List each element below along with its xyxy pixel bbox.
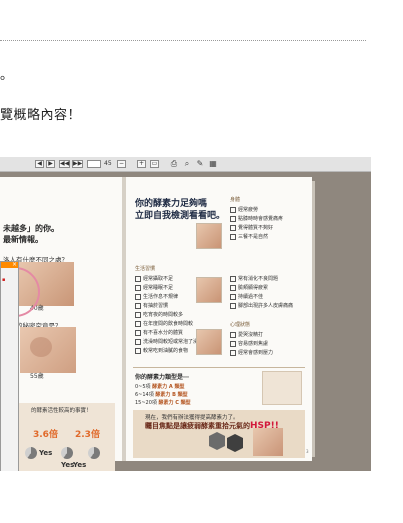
result-row: 0~5項 酵素力 A 類型: [135, 383, 185, 390]
article-text-line: 。: [0, 68, 14, 83]
stat-value: 2.3倍: [75, 430, 100, 440]
stats-box-title: 的酵素活性較高的事實！: [31, 408, 92, 414]
checklist-item: 三餐不是自然: [230, 233, 268, 240]
result-range: 0~5項: [135, 384, 151, 390]
side-panel-titlebar[interactable]: ×: [1, 262, 18, 268]
checklist-item: 生活作息不規律: [135, 293, 178, 300]
side-panel[interactable]: × ▪: [0, 261, 19, 471]
first-page-icon[interactable]: ◀◀: [59, 160, 70, 168]
face-photo: [196, 329, 222, 355]
zoom-out-icon[interactable]: −: [117, 160, 126, 168]
page-total: 45: [104, 160, 112, 167]
checklist-heading: 心理狀態: [230, 322, 251, 328]
checklist-item: 吃宵夜的時間較多: [135, 311, 183, 318]
right-page-title: 立即自我檢測看看吧。: [135, 211, 226, 221]
result-grade: 酵素力 C 類型: [158, 400, 191, 406]
page-number-input[interactable]: [87, 160, 101, 168]
page-number: 3: [306, 449, 309, 454]
yes-label: Yes: [39, 449, 53, 457]
checklist-item: 點膝時時會感覺痛疼: [230, 215, 283, 222]
yes-label: Yes: [73, 461, 87, 469]
side-panel-marker-icon: ▪: [2, 277, 6, 283]
search-icon[interactable]: ⌕: [183, 159, 191, 168]
checklist-item: 洗澡時間較短或常泡了澡: [135, 338, 198, 345]
checklist-item: 有不喜水分的體質: [135, 329, 183, 336]
result-heading: 你的酵素力類型是⋯: [135, 374, 190, 381]
checklist-item: 容易感到焦慮: [230, 340, 268, 347]
left-page-heading: 最新情報。: [3, 235, 43, 244]
checklist-item: 愛哭沒精打: [230, 331, 263, 338]
next-page-icon[interactable]: ▶: [46, 160, 55, 168]
checklist-item: 持續過不佳: [230, 293, 263, 300]
checklist-item: 臉頰顯得疲累: [230, 284, 268, 291]
checklist-item: 經常攝取不足: [135, 275, 173, 282]
age-label: 55歲: [30, 373, 44, 380]
note-box: [262, 371, 302, 405]
result-row: 6~14項 酵素力 B 類型: [135, 391, 188, 398]
checklist-item: 常有消化不良問題: [230, 275, 278, 282]
checklist-item: 經常會感到壓力: [230, 349, 273, 356]
article-text-line: 覽概略內容！: [0, 108, 82, 123]
right-page: 你的酵素力足夠嗎 立即自我檢測看看吧。 生活習慣 經常攝取不足 經常睡眠不足 生…: [126, 177, 312, 461]
result-grade: 酵素力 B 類型: [155, 392, 188, 398]
checklist-item: 腳部出現許多人皮膚痛痛: [230, 302, 293, 309]
hsp-banner: 現在，我們有辦法獲得提高酵素力了。 矚目焦點是讓疲弱酵素重拾元氣的HSP!!: [133, 410, 305, 458]
face-photo: [196, 223, 222, 249]
page-edge: [312, 181, 315, 457]
print-icon[interactable]: ⎙: [170, 159, 178, 168]
stats-box: 的酵素活性較高的事實！ 3.6倍 2.3倍 Yes Yes Yes: [3, 403, 115, 471]
ebook-viewer[interactable]: ◀ ▶ ◀◀ ▶▶ 45 − + ▭ ⎙ ⌕ ✎ ▦ 未越多」的你。 最新情報。…: [0, 157, 371, 471]
left-page-heading: 未越多」的你。: [3, 224, 59, 233]
checklist-item: 覺得體質不夠好: [230, 224, 273, 231]
checklist-item: 在年度間的飲食時間較: [135, 320, 193, 327]
checklist-item: 經常睡眠不足: [135, 284, 173, 291]
share-icon[interactable]: ✎: [196, 159, 204, 168]
stat-value: 3.6倍: [33, 430, 58, 440]
section-divider: [133, 367, 305, 368]
pie-icon: [25, 447, 37, 459]
result-range: 6~14項: [135, 392, 154, 398]
checklist-item: 經常疲勞: [230, 206, 258, 213]
viewer-toolbar: ◀ ▶ ◀◀ ▶▶ 45 − + ▭ ⎙ ⌕ ✎ ▦: [0, 157, 371, 172]
settings-icon[interactable]: ▦: [209, 159, 217, 168]
pie-icon: [61, 447, 73, 459]
result-grade: 酵素力 A 類型: [152, 384, 185, 390]
result-row: 15~20項 酵素力 C 類型: [135, 399, 191, 406]
close-icon[interactable]: ×: [12, 262, 17, 268]
pie-icon: [88, 447, 100, 459]
checklist-item: 有抽菸習慣: [135, 302, 168, 309]
zoom-in-icon[interactable]: +: [137, 160, 146, 168]
hexagon-diagram-icon: [209, 432, 243, 452]
prev-page-icon[interactable]: ◀: [35, 160, 44, 168]
dotted-separator: [0, 40, 366, 41]
checklist-heading: 身體: [230, 197, 241, 203]
banner-subtitle: 現在，我們有辦法獲得提高酵素力了。: [145, 415, 239, 421]
last-page-icon[interactable]: ▶▶: [72, 160, 83, 168]
checklist-item: 較常吃到油膩的食物: [135, 347, 188, 354]
checklist-heading: 生活習慣: [135, 266, 156, 272]
result-range: 15~20項: [135, 400, 157, 406]
face-photo: [20, 327, 76, 373]
face-photo: [196, 277, 222, 303]
fit-page-icon[interactable]: ▭: [150, 160, 159, 168]
face-photo: [253, 428, 283, 456]
banner-title-text: 矚目焦點是讓疲弱酵素重拾元氣的: [145, 422, 250, 430]
